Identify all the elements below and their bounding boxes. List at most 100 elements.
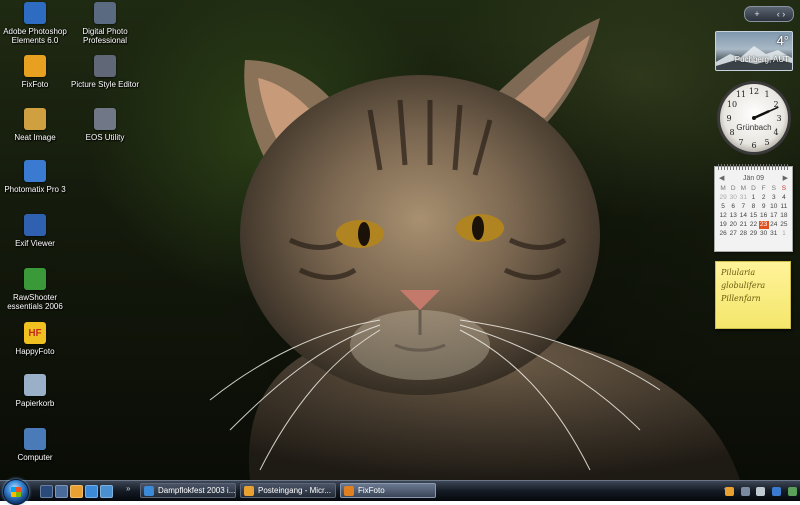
calendar-day[interactable]: 30 — [728, 194, 738, 202]
switch-windows-icon[interactable] — [55, 485, 68, 498]
calendar-day[interactable]: 15 — [748, 212, 758, 220]
calendar-day[interactable]: 16 — [759, 212, 769, 220]
desktop-shortcut[interactable]: EOS Utility — [70, 108, 140, 142]
recycle-bin-icon — [24, 374, 46, 396]
calendar-day[interactable]: 31 — [738, 194, 748, 202]
calendar-day[interactable]: 2 — [759, 194, 769, 202]
desktop-shortcut[interactable]: Digital Photo Professional — [70, 2, 140, 45]
calendar-day[interactable]: 14 — [738, 212, 748, 220]
clock-location: Grünbach — [736, 123, 772, 132]
calendar-day[interactable]: 17 — [769, 212, 779, 220]
outlook-icon — [244, 485, 254, 496]
weather-gadget[interactable]: 4° Puchberg, AUT — [715, 31, 793, 71]
calendar-day[interactable]: 29 — [748, 230, 758, 238]
desktop-shortcut[interactable]: Photomatix Pro 3 — [0, 160, 70, 194]
calendar-next-arrow-icon[interactable]: ▶ — [783, 174, 788, 182]
calendar-day[interactable]: 8 — [748, 203, 758, 211]
calendar-day[interactable]: 1 — [779, 230, 789, 238]
desktop-shortcut-label: Photomatix Pro 3 — [4, 185, 66, 194]
eos-utility-icon — [94, 108, 116, 130]
desktop-shortcut-label: HappyFoto — [15, 347, 55, 356]
desktop-shortcut[interactable]: Adobe Photoshop Elements 6.0 — [0, 2, 70, 45]
desktop-shortcut[interactable]: Papierkorb — [0, 374, 70, 408]
svg-text:5: 5 — [764, 138, 769, 147]
calendar-day[interactable]: 22 — [748, 221, 758, 229]
sidebar-controls: + ‹ › — [744, 6, 794, 22]
calendar-month: Jän 09 — [742, 175, 765, 182]
calendar-day[interactable]: 27 — [728, 230, 738, 238]
calendar-day[interactable]: 1 — [748, 194, 758, 202]
calendar-day[interactable]: 26 — [718, 230, 728, 238]
photoshop-elements-icon — [24, 2, 46, 24]
calendar-day[interactable]: 5 — [718, 203, 728, 211]
calendar-day[interactable]: 7 — [738, 203, 748, 211]
svg-text:12: 12 — [749, 87, 759, 96]
fixfoto-icon — [344, 485, 354, 496]
gadget-nav-buttons[interactable]: ‹ › — [769, 7, 793, 21]
calendar-day[interactable]: 28 — [738, 230, 748, 238]
calendar-day[interactable]: 12 — [718, 212, 728, 220]
calendar-day[interactable]: 31 — [769, 230, 779, 238]
desktop-shortcut-label: Neat Image — [14, 133, 56, 142]
calendar-day[interactable]: 24 — [769, 221, 779, 229]
desktop-shortcut[interactable]: FixFoto — [0, 55, 70, 89]
desktop-shortcut[interactable]: HF HappyFoto — [0, 322, 70, 356]
calendar-day[interactable]: 18 — [779, 212, 789, 220]
calendar-day[interactable]: 30 — [759, 230, 769, 238]
calendar-day[interactable]: 29 — [718, 194, 728, 202]
calendar-day[interactable]: 4 — [779, 194, 789, 202]
happyfoto-icon: HF — [24, 322, 46, 344]
quicklaunch-overflow-icon[interactable]: » — [126, 484, 130, 493]
tray-app-icon[interactable] — [725, 486, 735, 496]
fixfoto-icon — [24, 55, 46, 77]
exif-viewer-icon — [24, 214, 46, 236]
calendar-day[interactable]: 23 — [758, 221, 769, 229]
calendar-day[interactable]: 9 — [759, 203, 769, 211]
desktop-shortcut[interactable]: Exif Viewer — [0, 214, 70, 248]
calendar-day[interactable]: 25 — [779, 221, 789, 229]
task-label: Dampflokfest 2003 i... — [158, 486, 236, 495]
calendar-gadget[interactable]: ◀ Jän 09 ▶ M D M D F S S 29 30 31 1 2 3 4 5 6 7 8 9 10 11 12 1… — [714, 164, 793, 252]
calendar-day[interactable]: 19 — [718, 221, 728, 229]
desktop-shortcut-label: Exif Viewer — [15, 239, 55, 248]
clock-gadget[interactable]: 12 1 2 345 678 9 10 11 Grünbach — [716, 80, 792, 156]
rawshooter-icon — [24, 268, 46, 290]
calendar-weekday: D — [730, 185, 736, 192]
svg-text:6: 6 — [751, 141, 756, 150]
tray-network-icon[interactable] — [740, 486, 750, 496]
add-gadget-button[interactable]: + — [745, 7, 769, 21]
photomatix-icon — [24, 160, 46, 182]
calendar-day[interactable]: 10 — [769, 203, 779, 211]
outlook-quicklaunch-icon[interactable] — [70, 485, 83, 498]
calendar-day[interactable]: 3 — [769, 194, 779, 202]
calendar-day[interactable]: 20 — [728, 221, 738, 229]
internet-explorer-icon — [144, 485, 154, 496]
sticky-note-gadget[interactable]: Pilularia globulifera Pillenfarn — [715, 261, 791, 329]
svg-text:3: 3 — [776, 114, 781, 123]
weather-temperature: 4° — [776, 33, 789, 48]
desktop-shortcut[interactable]: RawShooter essentials 2006 — [0, 268, 70, 311]
calendar-weekday: S — [771, 185, 776, 192]
note-line: Pilularia — [721, 268, 756, 277]
desktop-shortcut[interactable]: Picture Style Editor — [70, 55, 140, 89]
calendar-day[interactable]: 13 — [728, 212, 738, 220]
calendar-day[interactable]: 11 — [779, 203, 789, 211]
desktop-shortcut[interactable]: Computer — [0, 428, 70, 462]
media-player-quicklaunch-icon[interactable] — [100, 485, 113, 498]
taskbar-task-1[interactable]: Posteingang - Micr... — [240, 483, 336, 498]
note-line: globulifera — [721, 281, 766, 290]
svg-text:1: 1 — [764, 90, 769, 99]
internet-explorer-quicklaunch-icon[interactable] — [85, 485, 98, 498]
taskbar-task-0[interactable]: Dampflokfest 2003 i... — [140, 483, 236, 498]
show-desktop-icon[interactable] — [40, 485, 53, 498]
start-button[interactable] — [3, 479, 29, 505]
tray-update-icon[interactable] — [787, 486, 797, 496]
taskbar-task-2[interactable]: FixFoto — [340, 483, 436, 498]
desktop-shortcut-label: Digital Photo Professional — [82, 27, 128, 45]
calendar-day[interactable]: 21 — [738, 221, 748, 229]
desktop-shortcut[interactable]: Neat Image — [0, 108, 70, 142]
svg-text:11: 11 — [736, 90, 746, 99]
tray-volume-icon[interactable] — [756, 486, 766, 496]
tray-security-icon[interactable] — [772, 486, 782, 496]
calendar-day[interactable]: 6 — [728, 203, 738, 211]
